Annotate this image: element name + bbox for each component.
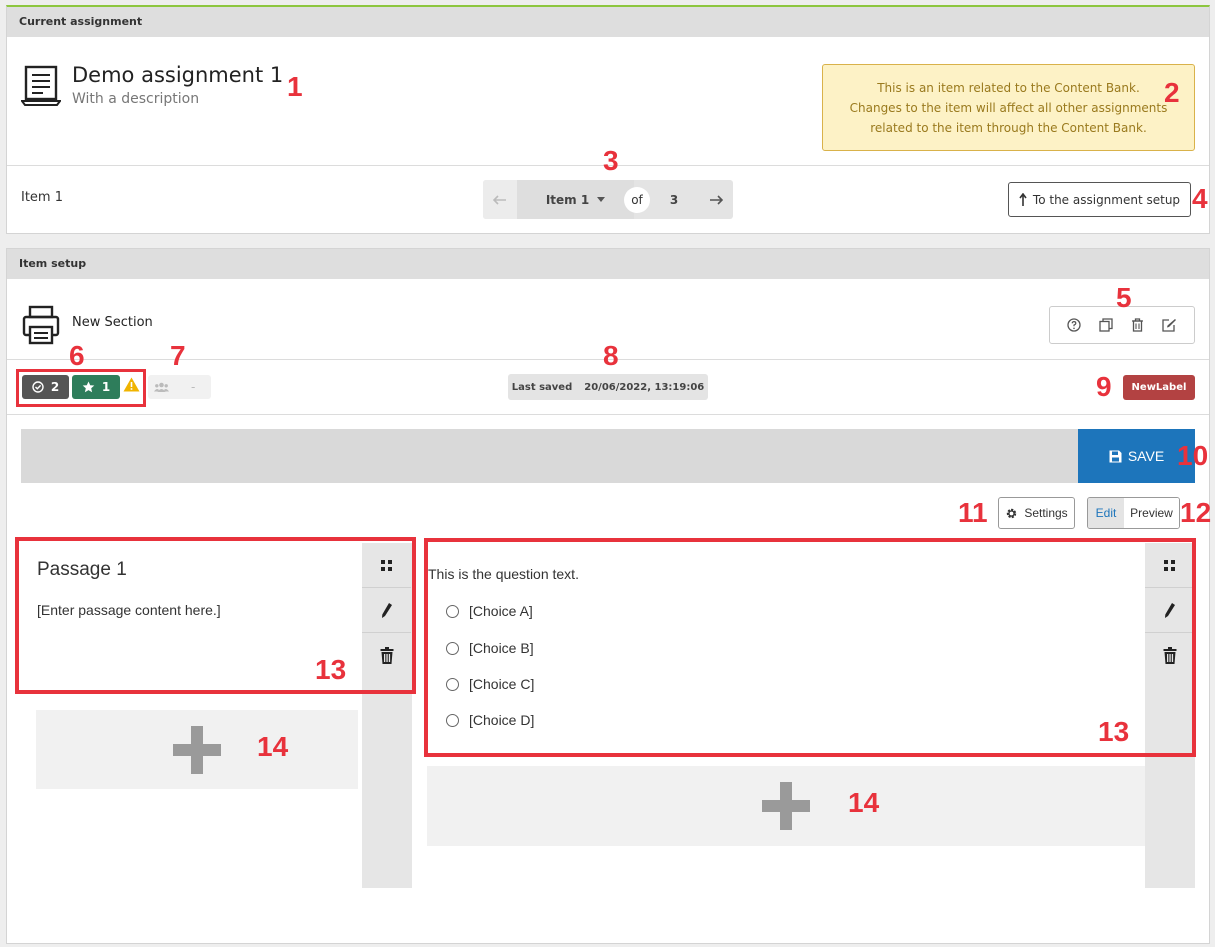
pager-total: 3 (669, 192, 679, 207)
new-label-badge[interactable]: NewLabel (1123, 375, 1195, 400)
new-label-text: NewLabel (1131, 382, 1187, 393)
annotation-box-passage (15, 537, 416, 694)
copy-icon[interactable] (1099, 318, 1113, 332)
callout-number: 1 (287, 71, 303, 102)
save-bar (21, 429, 1078, 483)
callout-number: 2 (1164, 77, 1180, 108)
add-widget-button[interactable] (427, 766, 1145, 846)
trash-icon[interactable] (1131, 318, 1144, 332)
section-title: New Section (72, 315, 153, 330)
divider (7, 414, 1209, 415)
last-saved-value: 20/06/2022, 13:19:06 (584, 381, 705, 393)
last-saved-indicator: Last saved 20/06/2022, 13:19:06 (508, 374, 708, 400)
gear-icon (1007, 508, 1017, 518)
next-item-button[interactable] (699, 180, 733, 219)
assignment-setup-button[interactable]: To the assignment setup (1008, 182, 1191, 217)
callout-number: 9 (1096, 371, 1112, 402)
printer-icon (22, 305, 60, 349)
add-widget-button[interactable] (36, 710, 358, 789)
upload-arrow-icon (1019, 192, 1027, 206)
preview-mode-button[interactable]: Preview (1124, 498, 1179, 528)
last-saved-label: Last saved (511, 381, 573, 393)
edit-preview-toggle: Edit Preview (1087, 497, 1180, 529)
callout-number: 10 (1177, 440, 1209, 471)
assignment-title: Demo assignment 1 (72, 63, 284, 87)
caret-down-icon (597, 197, 606, 202)
callout-number: 13 (1098, 716, 1130, 747)
callout-number: 14 (848, 787, 880, 818)
plus-icon (173, 725, 221, 774)
callout-number: 6 (69, 340, 85, 371)
help-icon[interactable] (1067, 318, 1081, 332)
floppy-icon (1109, 450, 1122, 462)
plus-icon (762, 782, 810, 830)
notice-line-3: related to the item through the Content … (870, 121, 1147, 135)
callout-number: 7 (170, 340, 186, 371)
callout-number: 12 (1180, 497, 1212, 528)
edit-icon[interactable] (1162, 318, 1177, 332)
item-pager: Item 1 of 3 (483, 180, 733, 219)
item-setup-header: Item setup (7, 249, 1209, 279)
settings-label: Settings (1024, 506, 1068, 520)
assignment-setup-label: To the assignment setup (1032, 192, 1181, 207)
callout-number: 11 (958, 497, 988, 528)
group-badge[interactable]: - (148, 375, 211, 399)
prev-item-button[interactable] (483, 180, 517, 219)
group-value: - (191, 380, 196, 394)
annotation-box-badges (16, 369, 146, 407)
callout-number: 14 (257, 731, 289, 762)
item-select-label: Item 1 (545, 192, 590, 207)
callout-number: 13 (315, 654, 347, 685)
annotation-box-question (424, 538, 1196, 757)
item-label: Item 1 (21, 190, 63, 205)
arrow-right-icon (710, 194, 723, 205)
edit-mode-button[interactable]: Edit (1088, 498, 1124, 528)
notice-line-2: Changes to the item will affect all othe… (849, 101, 1168, 115)
callout-number: 5 (1116, 282, 1132, 313)
settings-button[interactable]: Settings (998, 497, 1075, 529)
item-select-dropdown[interactable]: Item 1 (517, 180, 634, 219)
pager-of-label: of (624, 187, 650, 213)
callout-number: 8 (603, 340, 619, 371)
assignment-description: With a description (72, 91, 200, 107)
callout-number: 3 (603, 145, 619, 176)
arrow-left-icon (493, 194, 506, 205)
callout-number: 4 (1192, 183, 1208, 214)
document-icon (21, 65, 61, 107)
notice-line-1: This is an item related to the Content B… (877, 81, 1140, 95)
save-label: SAVE (1127, 448, 1165, 464)
content-bank-notice: This is an item related to the Content B… (822, 64, 1195, 151)
current-assignment-header: Current assignment (7, 7, 1209, 37)
users-icon (154, 382, 169, 392)
